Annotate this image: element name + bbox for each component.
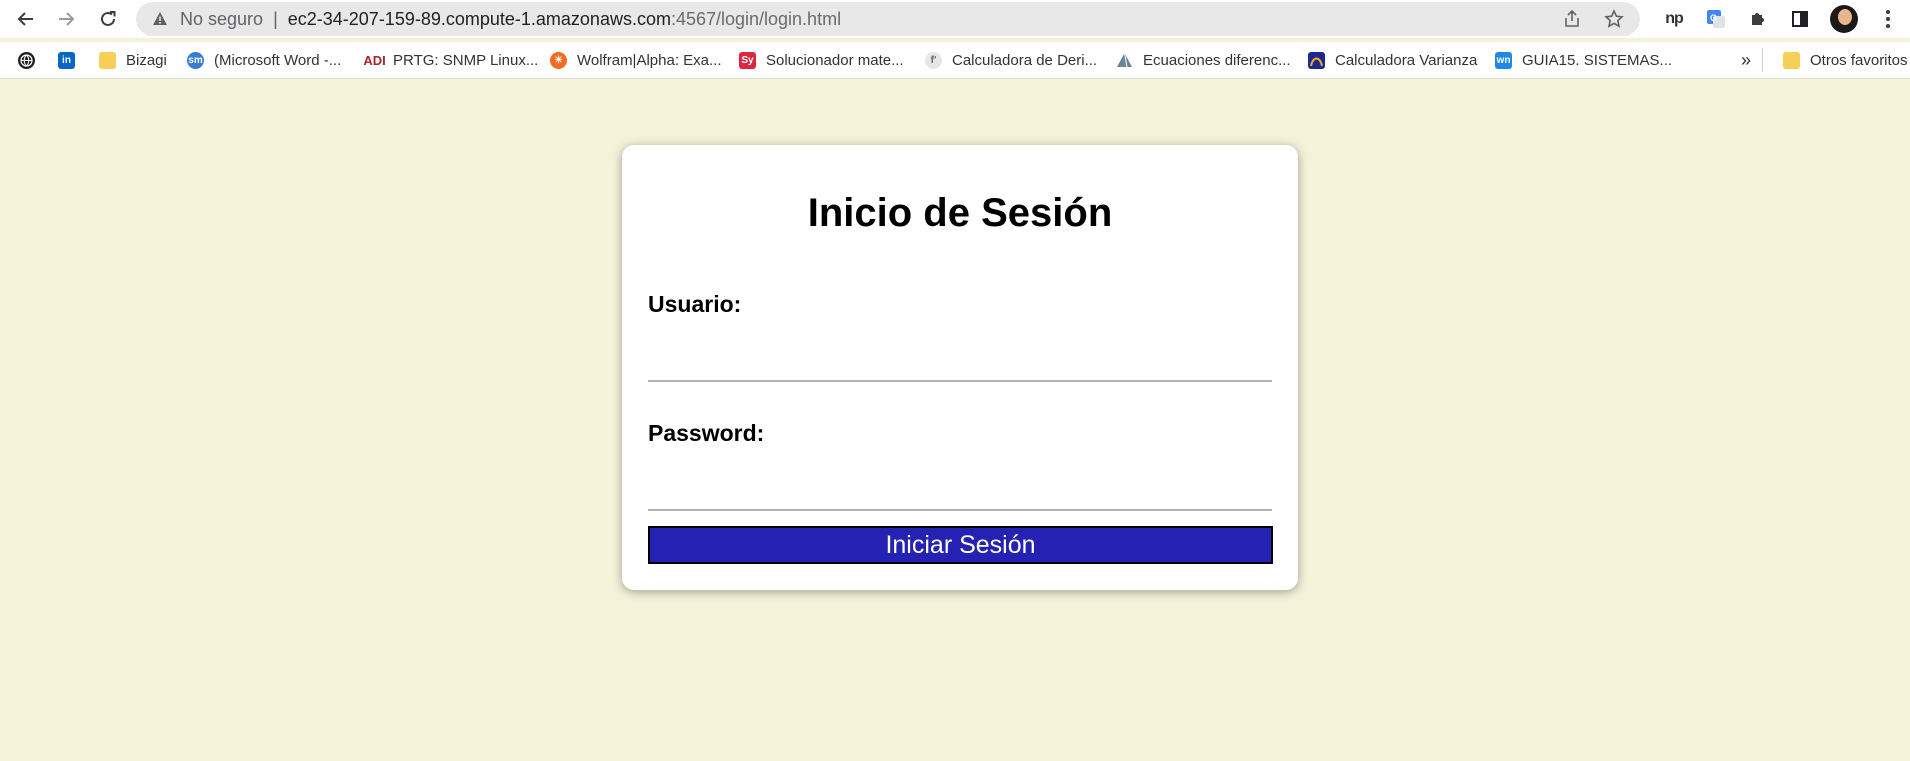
bookmark-guia15[interactable]: wn GUIA15. SISTEMAS... [1495,48,1672,72]
extensions-area: np G [1662,5,1900,33]
bookmark-linkedin[interactable]: in [58,48,75,72]
puzzle-extensions-icon[interactable] [1746,7,1770,31]
bookmark-label: (Microsoft Word -... [214,51,342,69]
bookmark-wolfram[interactable]: ☀ Wolfram|Alpha: Exa... [550,48,722,72]
password-label: Password: [648,420,765,446]
translate-extension-icon[interactable]: G [1704,7,1728,31]
bookmark-ecuaciones[interactable]: Ecuaciones diferenc... [1116,48,1291,72]
bookmark-derivadas[interactable]: f' Calculadora de Deri... [925,48,1097,72]
bookmark-prtg[interactable]: ADI PRTG: SNMP Linux... [363,48,539,72]
browser-toolbar: No seguro | ec2-34-207-159-89.compute-1.… [0,0,1910,38]
sm-icon: sm [187,51,204,69]
linkedin-icon: in [58,51,75,69]
star-bookmark-icon[interactable] [1604,9,1624,34]
np-extension-icon[interactable]: np [1662,7,1686,31]
wn-icon: wn [1495,51,1512,69]
password-input[interactable] [648,465,1272,511]
bookmark-label: Wolfram|Alpha: Exa... [577,51,722,69]
warning-icon [152,10,170,28]
svg-text:G: G [1710,13,1717,23]
globe-icon [18,51,35,69]
bookmark-microsoft-word[interactable]: sm (Microsoft Word -... [187,48,341,72]
other-bookmarks-label: Otros favoritos [1810,51,1908,69]
bookmark-label: Ecuaciones diferenc... [1143,51,1291,69]
bookmark-label: Solucionador mate... [766,51,904,69]
wolfram-icon: ☀ [550,51,567,69]
bookmark-label: Bizagi [126,51,167,69]
bookmarks-overflow-button[interactable]: » [1741,48,1751,72]
login-submit-button[interactable]: Iniciar Sesión [648,526,1273,564]
chevron-double-right-icon: » [1741,49,1752,70]
arrow-right-icon [59,12,75,26]
security-status-text[interactable]: No seguro [180,9,263,30]
symbolab-icon: Sy [739,51,756,69]
profile-avatar[interactable] [1830,5,1858,33]
bookmark-label: Calculadora de Deri... [952,51,1098,69]
back-button[interactable] [14,7,38,31]
varianza-icon [1308,51,1325,69]
share-icon[interactable] [1562,9,1582,34]
prtg-icon: ADI [363,51,386,69]
side-panel-icon[interactable] [1788,7,1812,31]
bookmark-label: PRTG: SNMP Linux... [393,51,539,69]
reload-button[interactable] [96,7,120,31]
bookmark-label: GUIA15. SISTEMAS... [1522,51,1673,69]
address-separator: | [273,8,278,29]
url-path: :4567/login/login.html [670,8,842,29]
bookmark-symbolab[interactable]: Sy Solucionador mate... [739,48,904,72]
bookmark-label: Calculadora Varianza [1335,51,1478,69]
bookmark-varianza[interactable]: Calculadora Varianza [1308,48,1477,72]
address-bar[interactable]: No seguro | ec2-34-207-159-89.compute-1.… [136,2,1640,36]
username-label: Usuario: [648,291,742,317]
folder-icon [1783,51,1800,69]
url-host: ec2-34-207-159-89.compute-1.amazonaws.co… [287,8,671,29]
page-title: Inicio de Sesión [807,191,1113,235]
reload-icon [101,11,116,26]
bookmark-bizagi[interactable]: Bizagi [99,48,167,72]
bookmark-globe[interactable] [18,48,35,72]
username-input[interactable] [648,336,1272,382]
bookmarks-bar: in Bizagi sm (Microsoft Word -... ADI PR… [0,42,1910,79]
folder-icon [99,51,116,69]
other-bookmarks-folder[interactable]: Otros favoritos [1762,48,1908,72]
login-card: Inicio de Sesión Usuario: Password: Inic… [622,145,1298,590]
kebab-menu-icon[interactable] [1876,7,1900,31]
derivative-icon: f' [925,51,942,69]
arrow-left-icon [17,12,33,26]
forward-button[interactable] [54,7,78,31]
pyramid-icon [1116,52,1133,69]
